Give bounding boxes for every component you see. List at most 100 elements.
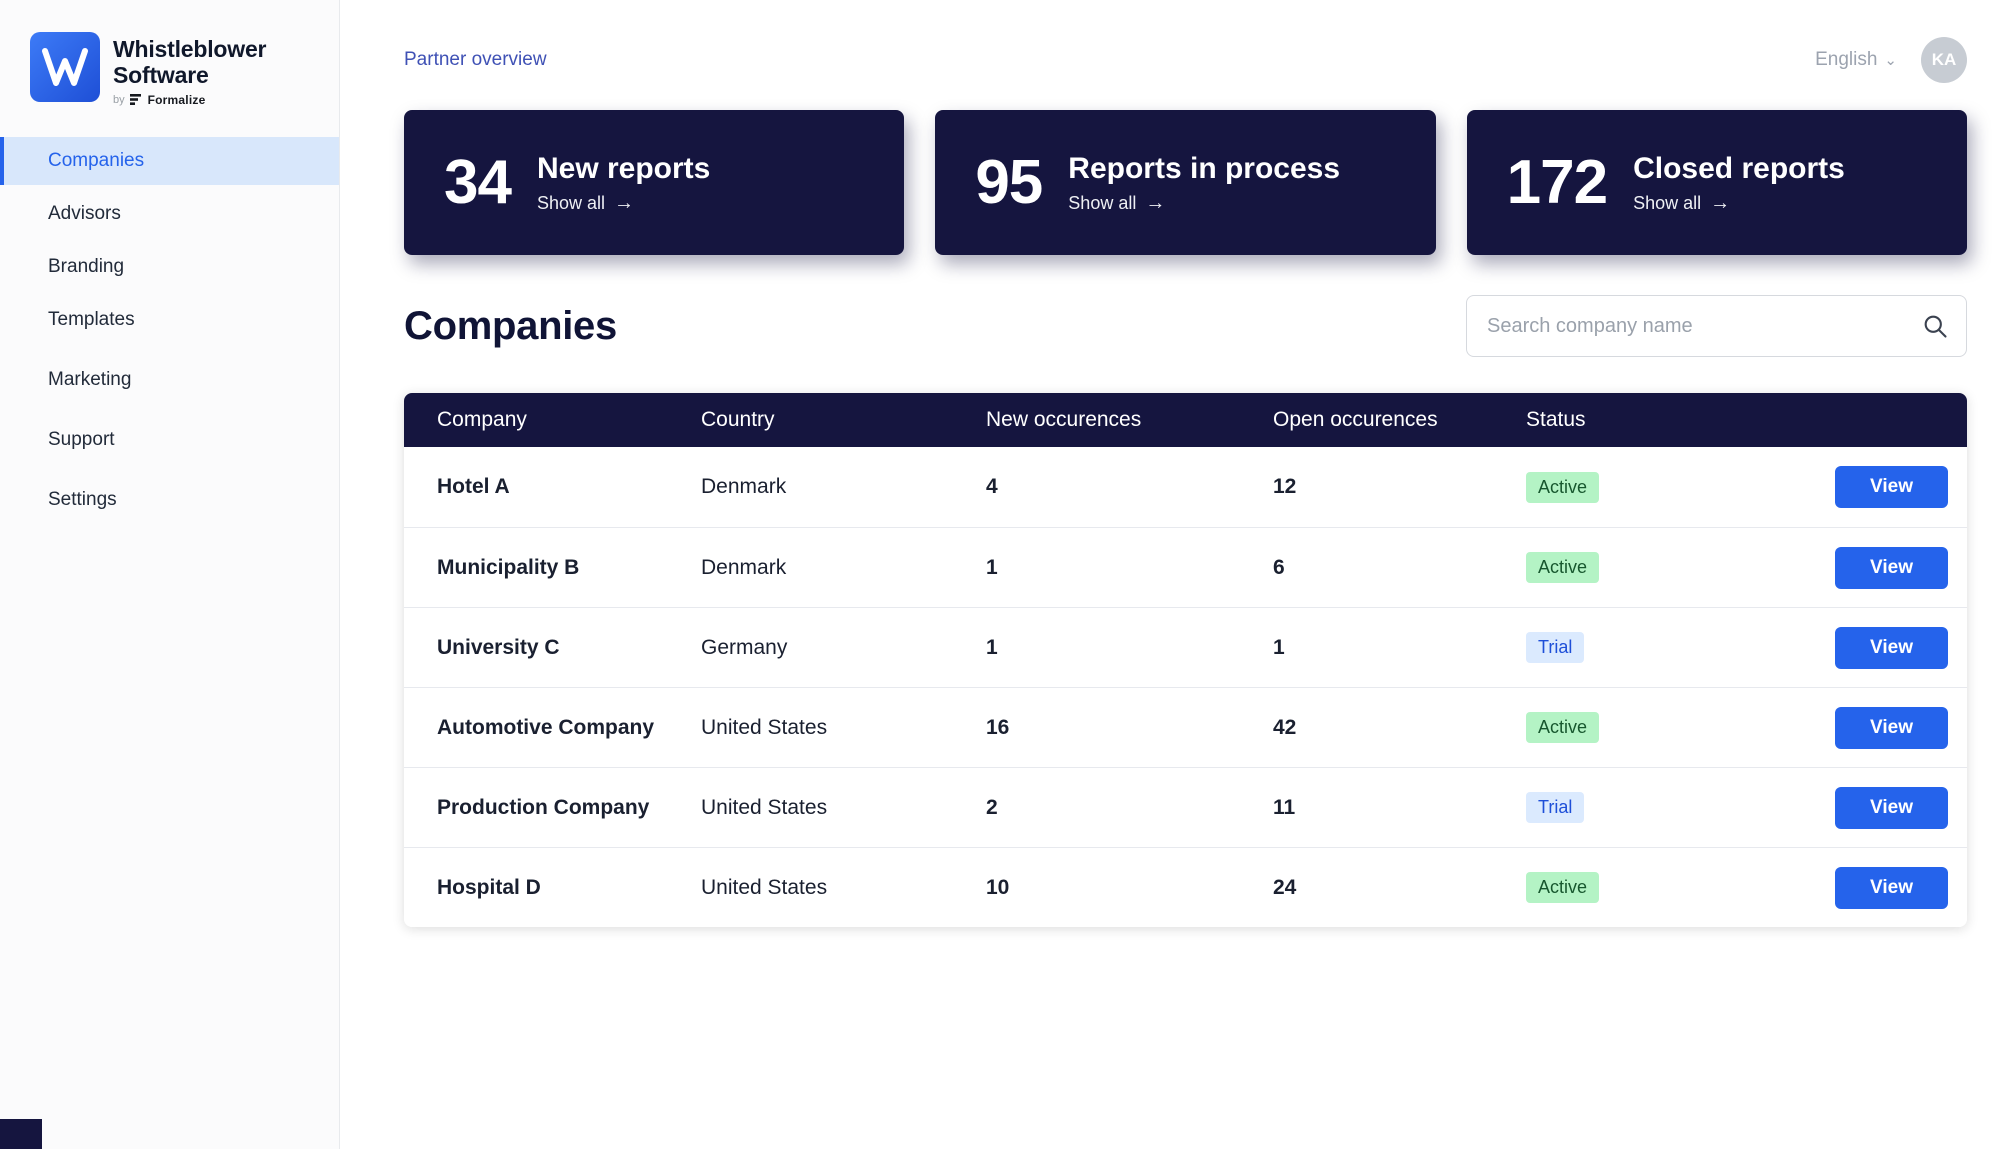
breadcrumb[interactable]: Partner overview [404,49,547,71]
open-occurrences: 6 [1273,555,1285,579]
status-badge: Active [1526,471,1600,503]
column-header-open-occurrences: Open occurences [1273,408,1438,431]
new-occurrences: 4 [986,475,998,498]
company-name: Automotive Company [437,715,655,739]
show-all-label: Show all [1068,192,1137,213]
stat-value: 34 [444,148,512,217]
view-button[interactable]: View [1835,626,1948,669]
sidebar-item-branding[interactable]: Branding [0,243,339,291]
sidebar-item-templates[interactable]: Templates [0,296,339,344]
new-occurrences: 1 [986,635,998,659]
sidebar-item-support[interactable]: Support [0,416,339,464]
sidebar: Whistleblower Software by Formalize Comp… [0,0,340,1149]
country: Denmark [701,475,787,498]
stat-label: Reports in process [1068,151,1341,185]
sidebar-item-label: Templates [48,308,135,330]
new-occurrences: 2 [986,795,998,819]
avatar[interactable]: KA [1921,37,1967,83]
column-header-country: Country [701,408,775,431]
stat-label: New reports [536,151,711,185]
app-title: Whistleblower Software [113,36,267,89]
sidebar-item-label: Companies [48,149,145,171]
open-occurrences: 24 [1273,875,1297,899]
company-name: Hotel A [437,475,510,498]
sidebar-item-label: Marketing [48,368,132,390]
open-occurrences: 12 [1273,475,1297,498]
stat-info: New reports Show all → [537,152,710,214]
stat-info: Closed reports Show all → [1633,152,1845,214]
table-row: Production Company United States 2 11 Tr… [404,767,1967,847]
column-header-company: Company [437,408,527,431]
sidebar-item-label: Advisors [48,202,121,224]
status-badge: Trial [1526,632,1585,663]
search-icon[interactable] [1921,312,1949,340]
new-occurrences: 16 [986,715,1010,739]
stat-value: 95 [975,148,1043,217]
companies-header: Companies [404,295,1967,357]
companies-table: Company Country New occurences Open occu… [404,393,1967,927]
stat-cards: 34 New reports Show all → 95 Reports in … [404,110,1967,255]
sidebar-item-settings[interactable]: Settings [0,476,339,524]
stat-card-closed-reports: 172 Closed reports Show all → [1466,110,1967,255]
topbar: Partner overview English ⌄ KA [404,36,1967,84]
stat-value: 172 [1506,148,1608,217]
page-title: Companies [404,303,617,348]
byline-prefix: by [113,93,125,106]
view-button[interactable]: View [1835,866,1948,909]
app-title-line2: Software [113,62,209,89]
view-button[interactable]: View [1835,466,1948,508]
sidebar-menu: Companies Advisors Branding Templates Ma… [0,136,339,529]
table-row: Hospital D United States 10 24 Active Vi… [404,847,1967,927]
company-name: University C [437,635,560,659]
country: Germany [701,635,788,659]
topbar-right: English ⌄ KA [1815,37,1967,83]
column-header-new-occurrences: New occurences [986,408,1142,431]
sidebar-item-marketing[interactable]: Marketing [0,356,339,404]
column-header-status: Status [1526,408,1586,431]
search-input[interactable] [1466,295,1967,357]
table-header-row: Company Country New occurences Open occu… [404,393,1967,447]
logo-byline: by Formalize [113,93,266,107]
company-name: Production Company [437,795,650,819]
country: United States [701,875,828,899]
table-row: Hotel A Denmark 4 12 Active View [404,447,1967,527]
company-name: Municipality B [437,555,580,579]
sidebar-bottom-accent [0,1119,42,1149]
table-row: University C Germany 1 1 Trial View [404,607,1967,687]
arrow-right-icon: → [614,192,635,214]
show-all-link[interactable]: Show all → [1633,193,1845,214]
country: United States [701,795,828,819]
stat-card-reports-in-process: 95 Reports in process Show all → [935,110,1436,255]
company-name: Hospital D [437,875,541,899]
language-label: English [1815,49,1878,70]
show-all-label: Show all [536,192,606,213]
sidebar-item-label: Settings [48,488,117,510]
arrow-right-icon: → [1145,192,1166,214]
status-badge: Trial [1526,792,1585,823]
stat-card-new-reports: 34 New reports Show all → [404,110,905,255]
language-selector[interactable]: English ⌄ [1815,49,1897,71]
open-occurrences: 1 [1273,635,1285,659]
sidebar-item-label: Support [48,428,115,450]
sidebar-item-advisors[interactable]: Advisors [0,190,339,238]
view-button[interactable]: View [1835,786,1948,829]
logo-text: Whistleblower Software by Formalize [113,32,267,107]
whistleblower-logo-icon [30,32,100,102]
country: Denmark [701,555,787,579]
new-occurrences: 10 [986,875,1010,899]
new-occurrences: 1 [986,555,998,579]
table-row: Municipality B Denmark 1 6 Active View [404,527,1967,607]
country: United States [701,715,828,739]
logo[interactable]: Whistleblower Software by Formalize [0,0,339,107]
show-all-link[interactable]: Show all → [1068,193,1340,214]
show-all-label: Show all [1633,192,1702,213]
view-button[interactable]: View [1835,706,1948,749]
status-badge: Active [1526,712,1600,743]
view-button[interactable]: View [1835,546,1948,589]
sidebar-item-companies[interactable]: Companies [0,136,339,185]
status-badge: Active [1526,872,1600,903]
open-occurrences: 42 [1273,715,1297,739]
formalize-logo-icon [129,94,141,106]
table-row: Automotive Company United States 16 42 A… [404,687,1967,767]
show-all-link[interactable]: Show all → [537,193,710,214]
